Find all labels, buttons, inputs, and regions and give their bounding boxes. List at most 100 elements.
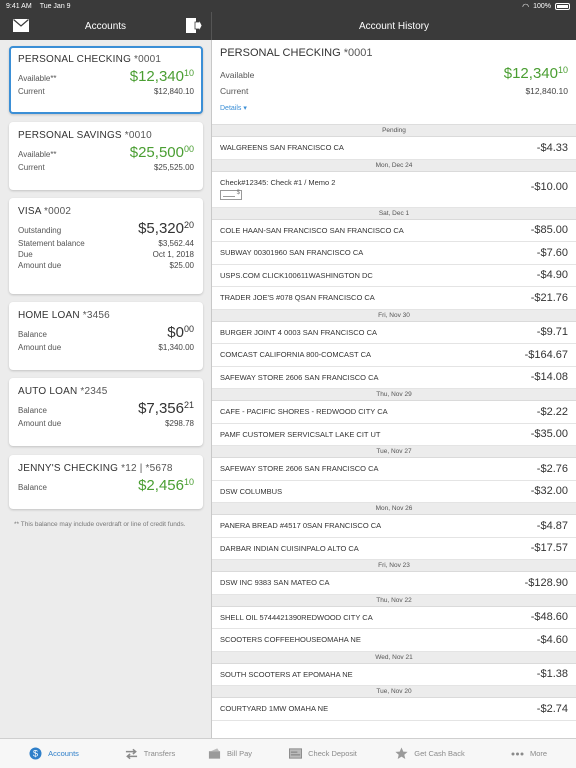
tab-bill-pay[interactable]: Bill Pay [192, 739, 268, 768]
transaction-row[interactable]: DARBAR INDIAN CUISINPALO ALTO CA -$17.57 [212, 538, 576, 560]
date-header: Tue, Nov 20 [212, 686, 576, 698]
dollar-circle-icon: $ [29, 747, 42, 760]
account-name: PERSONAL CHECKING [220, 47, 341, 59]
account-summary: PERSONAL CHECKING *0001 Available $12,34… [212, 40, 576, 125]
transaction-row[interactable]: DSW COLUMBUS -$32.00 [212, 481, 576, 503]
transaction-amount: -$21.76 [530, 291, 568, 304]
transaction-description: SUBWAY 00301960 SAN FRANCISCO CA [220, 248, 364, 258]
transaction-row[interactable]: COLE HAAN-SAN FRANCISCO SAN FRANCISCO CA… [212, 220, 576, 242]
tab-label: Transfers [143, 749, 176, 758]
balance-footnote: ** This balance may include overdraft or… [14, 521, 186, 528]
balance-row: Available** $25,50000 [18, 144, 194, 161]
balance-amount: $5,32020 [138, 220, 194, 237]
account-history-title: Account History [358, 20, 430, 32]
transaction-description: Check#12345: Check #1 / Memo 2 [220, 177, 336, 187]
transaction-description: SOUTH SCOOTERS AT EPOMAHA NE [220, 669, 353, 679]
nav-bar: Accounts Account History [0, 12, 576, 40]
current-label: Current [220, 86, 249, 96]
transaction-row[interactable]: PAMF CUSTOMER SERVICSALT LAKE CIT UT -$35… [212, 424, 576, 446]
balance-row: Balance $2,45610 [18, 477, 194, 494]
transaction-amount: -$17.57 [530, 542, 568, 555]
status-bar: 9:41 AM Tue Jan 9 ◠ 100% [0, 0, 576, 12]
transaction-row[interactable]: USPS.COM CLICK100611WASHINGTON DC -$4.90 [212, 265, 576, 287]
transaction-amount: -$7.60 [536, 246, 568, 259]
date-header: Wed, Nov 21 [212, 651, 576, 664]
status-date: Tue Jan 9 [39, 2, 71, 10]
date-header: Thu, Nov 22 [212, 594, 576, 607]
transaction-row[interactable]: DSW INC 9383 SAN MATEO CA -$128.90 [212, 572, 576, 595]
account-card-personal-checking[interactable]: PERSONAL CHECKING *0001 Available** $12,34… [9, 46, 203, 114]
accounts-title: Accounts [84, 20, 127, 32]
tab-accounts[interactable]: $ Accounts [0, 739, 108, 768]
status-time: 9:41 AM [6, 2, 32, 10]
transaction-amount: -$9.71 [536, 326, 568, 339]
transfer-arrows-icon [125, 747, 138, 760]
detail-row: Amount due $298.78 [18, 419, 194, 428]
tab-more[interactable]: More [482, 739, 576, 768]
transaction-row[interactable]: WALGREENS SAN FRANCISCO CA -$4.33 [212, 137, 576, 160]
transaction-row[interactable]: BURGER JOINT 4 0003 SAN FRANCISCO CA -$9.… [212, 322, 576, 344]
transaction-amount: -$4.33 [536, 141, 568, 154]
logout-icon[interactable] [186, 18, 202, 33]
detail-row: Current $25,525.00 [18, 163, 194, 172]
transaction-row[interactable]: SAFEWAY STORE 2606 SAN FRANCISCO CA -$2.7… [212, 458, 576, 481]
transaction-amount: -$2.76 [536, 462, 568, 475]
transaction-description: CAFE - PACIFIC SHORES - REDWOOD CITY CA [220, 407, 388, 417]
account-title: PERSONAL CHECKING *0001 [220, 47, 568, 59]
tab-label: Bill Pay [226, 749, 252, 758]
transaction-row[interactable]: SOUTH SCOOTERS AT EPOMAHA NE -$1.38 [212, 664, 576, 686]
check-image-icon[interactable] [220, 189, 242, 200]
balance-amount: $7,35621 [138, 400, 194, 417]
transaction-row[interactable]: PANERA BREAD #4517 0SAN FRANCISCO CA -$4.… [212, 515, 576, 538]
tab-label: Accounts [48, 749, 79, 758]
detail-row: Statement balance $3,562.44 [18, 239, 194, 248]
transaction-row[interactable]: TRADER JOE'S #078 QSAN FRANCISCO CA -$21.… [212, 287, 576, 310]
account-card-title: AUTO LOAN *2345 [18, 386, 108, 397]
account-card-jenny-s-checking[interactable]: JENNY'S CHECKING *12 | *5678 Balance $2,45… [9, 455, 203, 509]
tab-check-deposit[interactable]: Check Deposit [268, 739, 378, 768]
transaction-amount: -$14.08 [530, 371, 568, 384]
battery-percent: 100% [533, 2, 551, 10]
check-transaction-row[interactable]: Check#12345: Check #1 / Memo 2 -$10.00 [212, 172, 576, 208]
date-header: Thu, Nov 29 [212, 389, 576, 401]
transaction-amount: -$85.00 [530, 224, 568, 237]
transaction-description: SCOOTERS COFFEEHOUSEOMAHA NE [220, 635, 361, 645]
balance-amount: $2,45610 [138, 477, 194, 494]
account-card-home-loan[interactable]: HOME LOAN *3456 Balance $000 Amount due $1,3… [9, 302, 203, 370]
bill-pay-icon [208, 747, 221, 760]
tab-bar: $ Accounts Transfers Bill Pay Check Deposit G… [0, 738, 576, 768]
transaction-amount: -$2.74 [536, 702, 568, 715]
transaction-row[interactable]: COMCAST CALIFORNIA 800-COMCAST CA -$164.6… [212, 344, 576, 367]
transaction-row[interactable]: SUBWAY 00301960 SAN FRANCISCO CA -$7.60 [212, 242, 576, 265]
account-card-title: PERSONAL CHECKING *0001 [18, 54, 162, 65]
check-deposit-icon [289, 747, 303, 760]
transaction-description: TRADER JOE'S #078 QSAN FRANCISCO CA [220, 293, 375, 303]
account-card-visa[interactable]: VISA *0002 Outstanding $5,32020 Statement b… [9, 198, 203, 294]
transaction-amount: -$32.00 [530, 485, 568, 498]
transaction-row[interactable]: CAFE - PACIFIC SHORES - REDWOOD CITY CA -… [212, 401, 576, 424]
tab-transfers[interactable]: Transfers [108, 739, 192, 768]
details-link[interactable]: Details ▾ [220, 104, 247, 112]
date-header: Fri, Nov 23 [212, 560, 576, 572]
transaction-amount: -$4.87 [536, 519, 568, 532]
transaction-amount: -$4.60 [536, 633, 568, 646]
transaction-amount: -$128.90 [524, 576, 568, 589]
transaction-description: COLE HAAN-SAN FRANCISCO SAN FRANCISCO CA [220, 225, 404, 235]
transaction-row[interactable]: SHELL OIL 5744421390REDWOOD CITY CA -$48.… [212, 607, 576, 629]
tab-get-cash-back[interactable]: Get Cash Back [378, 739, 482, 768]
date-header: Tue, Nov 27 [212, 446, 576, 458]
account-card-personal-savings[interactable]: PERSONAL SAVINGS *0010 Available** $25,500… [9, 122, 203, 190]
transaction-description: DSW COLUMBUS [220, 486, 283, 496]
account-card-title: PERSONAL SAVINGS *0010 [18, 130, 152, 141]
tab-label: More [529, 749, 548, 758]
transaction-description: WALGREENS SAN FRANCISCO CA [220, 143, 344, 153]
current-balance: $12,840.10 [525, 86, 568, 96]
transaction-amount: -$2.22 [536, 405, 568, 418]
transaction-row[interactable]: COURTYARD 1MW OMAHA NE -$2.74 [212, 698, 576, 721]
account-card-auto-loan[interactable]: AUTO LOAN *2345 Balance $7,35621 Amount due… [9, 378, 203, 446]
balance-row: Balance $7,35621 [18, 400, 194, 417]
transaction-row[interactable]: SCOOTERS COFFEEHOUSEOMAHA NE -$4.60 [212, 629, 576, 652]
transaction-description: BURGER JOINT 4 0003 SAN FRANCISCO CA [220, 327, 377, 337]
transaction-row[interactable]: SAFEWAY STORE 2606 SAN FRANCISCO CA -$14.… [212, 367, 576, 389]
transaction-amount: -$1.38 [536, 668, 568, 681]
